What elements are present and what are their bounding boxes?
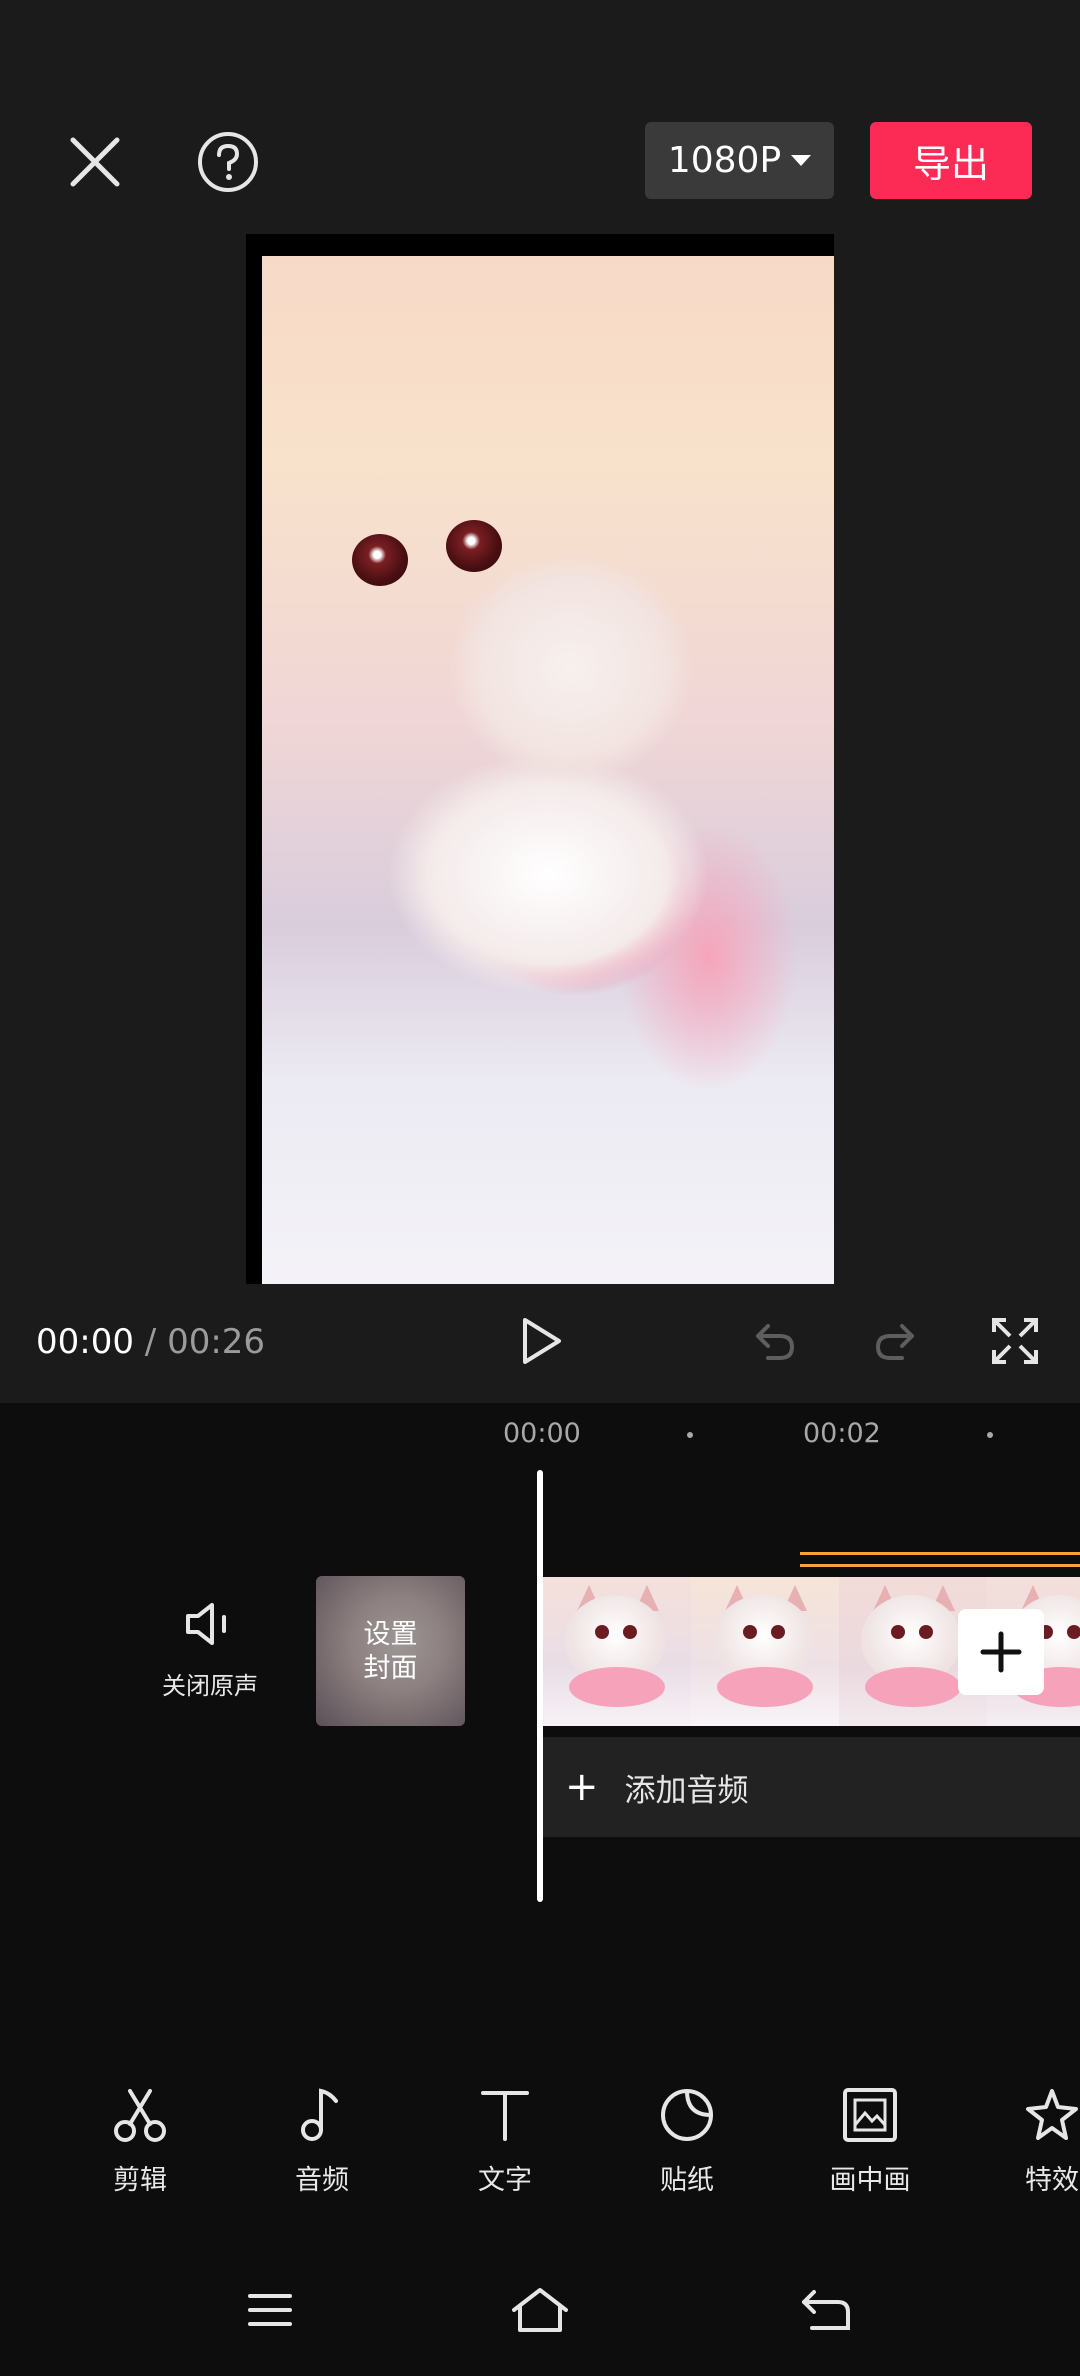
sticker-icon: [661, 2089, 713, 2141]
playhead[interactable]: [537, 1470, 543, 1902]
tool-audio[interactable]: 音频: [252, 2080, 392, 2197]
plus-icon: [980, 1631, 1022, 1673]
audio-marker-line: [800, 1564, 1080, 1567]
tool-label: 剪辑: [113, 2165, 167, 2196]
resolution-label: 1080P: [667, 140, 782, 181]
cover-label-line: 封面: [363, 1653, 418, 1684]
back-icon: [802, 2290, 850, 2330]
export-label: 导出: [912, 142, 989, 186]
play-icon: [523, 1318, 561, 1364]
ruler-tick: [987, 1432, 993, 1438]
time-separator: /: [144, 1322, 157, 1362]
picture-in-picture-icon: [843, 2088, 897, 2142]
tool-label: 画中画: [829, 2165, 911, 2196]
audio-marker-line: [800, 1552, 1080, 1555]
menu-icon: [248, 2294, 292, 2326]
cat-eye: [446, 520, 502, 572]
clip-thumbnail: [691, 1577, 839, 1726]
text-icon: [481, 2091, 529, 2141]
mute-original-button[interactable]: 关闭原声: [150, 1600, 270, 1701]
home-icon: [512, 2288, 568, 2332]
tool-text[interactable]: 文字: [435, 2080, 575, 2197]
thumb-eye: [743, 1625, 757, 1639]
caret-down-icon: [791, 155, 812, 166]
preview-frame-image: [262, 256, 834, 1284]
tool-label: 文字: [478, 2165, 532, 2196]
clip-thumbnail: [543, 1577, 691, 1726]
thumb-eye: [1067, 1625, 1080, 1639]
music-note-icon: [301, 2088, 338, 2141]
system-back-button[interactable]: [785, 2280, 865, 2340]
cat-eye: [352, 534, 408, 586]
play-button[interactable]: [506, 1306, 576, 1376]
export-button[interactable]: 导出: [870, 122, 1032, 199]
time-readout: 00:00 / 00:26: [36, 1322, 265, 1362]
resolution-dropdown[interactable]: 1080P: [645, 122, 834, 199]
ruler-time: 00:02: [803, 1418, 881, 1449]
thumb-eye: [623, 1625, 637, 1639]
plus-icon: +: [565, 1764, 599, 1810]
scissors-icon: [114, 2089, 166, 2142]
system-home-button[interactable]: [500, 2280, 580, 2340]
ruler-time: 00:00: [503, 1418, 581, 1449]
thumb-fur: [717, 1667, 813, 1707]
redo-button[interactable]: [860, 1306, 930, 1376]
add-audio-button[interactable]: + 添加音频: [543, 1737, 1080, 1837]
thumb-eye: [595, 1625, 609, 1639]
add-clip-button[interactable]: [958, 1609, 1044, 1695]
fullscreen-button[interactable]: [980, 1306, 1050, 1376]
mute-original-label: 关闭原声: [162, 1672, 258, 1700]
effects-star-icon: [1026, 2089, 1078, 2140]
fullscreen-icon: [992, 1318, 1038, 1364]
help-icon: [198, 132, 258, 192]
system-menu-button[interactable]: [230, 2280, 310, 2340]
thumb-fur: [569, 1667, 665, 1707]
cover-label-line: 设置: [363, 1619, 418, 1650]
thumb-eye: [771, 1625, 785, 1639]
tool-label: 贴纸: [660, 2165, 714, 2196]
tool-label: 特效: [1025, 2165, 1079, 2196]
tool-label: 音频: [295, 2165, 349, 2196]
set-cover-button[interactable]: 设置 封面: [316, 1576, 465, 1726]
thumb-fur: [865, 1667, 961, 1707]
tool-pip[interactable]: 画中画: [800, 2080, 940, 2197]
undo-icon: [756, 1324, 795, 1360]
add-audio-label: 添加音频: [624, 1772, 749, 1809]
close-icon: [70, 137, 120, 187]
tool-edit[interactable]: 剪辑: [70, 2080, 210, 2197]
cover-label: 设置 封面: [316, 1618, 465, 1686]
tool-sticker[interactable]: 贴纸: [617, 2080, 757, 2197]
undo-button[interactable]: [740, 1306, 810, 1376]
close-button[interactable]: [60, 127, 130, 197]
video-preview[interactable]: [246, 234, 834, 1284]
speaker-icon: [186, 1603, 226, 1645]
ruler-tick: [687, 1432, 693, 1438]
total-time: 00:26: [167, 1322, 266, 1362]
tool-effects[interactable]: 特效: [982, 2080, 1080, 2197]
help-button[interactable]: [193, 127, 263, 197]
current-time: 00:00: [36, 1322, 134, 1362]
thumb-eye: [919, 1625, 933, 1639]
thumb-eye: [891, 1625, 905, 1639]
redo-icon: [875, 1324, 914, 1360]
